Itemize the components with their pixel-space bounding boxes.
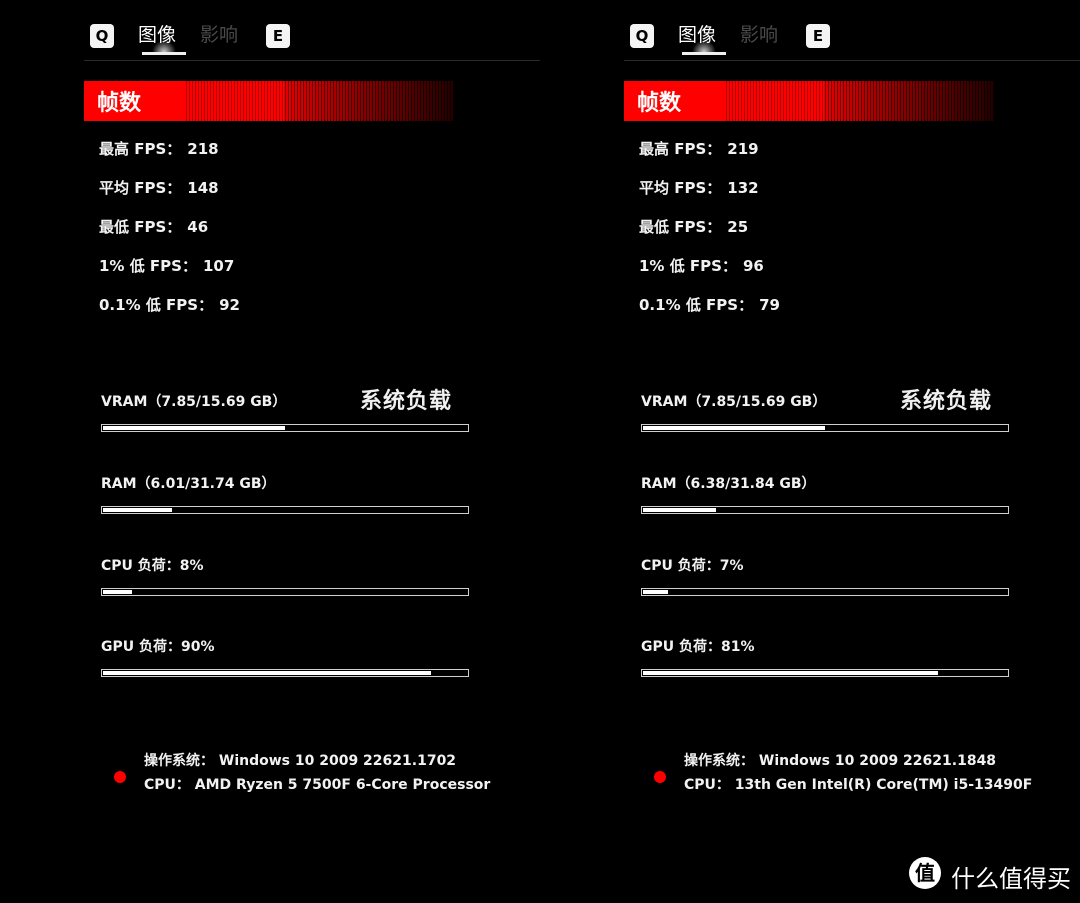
- banner-glitch: [184, 81, 454, 121]
- metric-progress-fill: [103, 590, 133, 594]
- fps-stat-row: 0.1% 低 FPS： 79: [639, 294, 780, 333]
- os-info: 操作系统： Windows 10 2009 22621.1702: [144, 753, 457, 769]
- fps-stat-value: 79: [759, 296, 780, 314]
- metric-label: GPU 负荷：90%: [101, 639, 215, 655]
- metric-progress-fill: [103, 671, 431, 675]
- tab-impact[interactable]: 影响: [200, 22, 238, 48]
- metric-label: GPU 负荷：81%: [641, 639, 755, 655]
- tab-bar: Q 图像 影响 E: [90, 22, 540, 55]
- fps-stat-row: 1% 低 FPS： 107: [99, 255, 240, 294]
- fps-stat-label: 1% 低 FPS：: [639, 257, 737, 275]
- fps-stat-row: 平均 FPS： 132: [639, 177, 780, 216]
- cpu-info: CPU： AMD Ryzen 5 7500F 6-Core Processor: [144, 777, 491, 793]
- metric-label: CPU 负荷：7%: [641, 558, 744, 574]
- watermark-text: 什么值得买: [951, 865, 1071, 893]
- fps-stat-label: 最高 FPS：: [99, 140, 182, 158]
- fps-stat-label: 最高 FPS：: [639, 140, 722, 158]
- fps-section-banner: 帧数: [84, 81, 454, 121]
- metric-progress-bar: [101, 588, 469, 596]
- fps-stat-value: 218: [187, 140, 219, 158]
- fps-stat-row: 1% 低 FPS： 96: [639, 255, 780, 294]
- fps-stat-label: 平均 FPS：: [639, 179, 722, 197]
- metric-progress-fill: [103, 508, 173, 512]
- fps-list: 最高 FPS： 219 平均 FPS： 132 最低 FPS： 25 1% 低 FPS： 96…: [639, 138, 780, 333]
- metric-progress-fill: [643, 671, 938, 675]
- load-metric: GPU 负荷：81%: [641, 637, 1009, 677]
- header-divider: [624, 60, 1080, 61]
- fps-stat-value: 46: [187, 218, 209, 236]
- metric-progress-bar: [641, 424, 1009, 432]
- metric-progress-fill: [643, 508, 716, 512]
- load-metric: GPU 负荷：90%: [101, 637, 469, 677]
- fps-stat-label: 平均 FPS：: [99, 179, 182, 197]
- tab-bar: Q 图像 影响 E: [630, 22, 1080, 55]
- metric-progress-bar: [101, 506, 469, 514]
- active-tab-underline: [142, 52, 186, 55]
- benchmark-panel-right: Q 图像 影响 E 帧数 最高 FPS： 219 平均 FPS： 132 最低 FPS：…: [624, 0, 1080, 903]
- fps-stat-value: 148: [187, 179, 219, 197]
- metric-progress-bar: [641, 588, 1009, 596]
- fps-stat-value: 92: [219, 296, 240, 314]
- fps-stat-value: 25: [727, 218, 749, 236]
- status-dot-icon: [654, 771, 666, 783]
- fps-stat-value: 219: [727, 140, 759, 158]
- fps-stat-value: 107: [202, 257, 235, 275]
- watermark-badge-icon: 值: [909, 857, 941, 889]
- tab-image[interactable]: 图像: [138, 22, 176, 48]
- fps-stat-label: 最低 FPS：: [639, 218, 722, 236]
- metric-progress-fill: [643, 590, 669, 594]
- metric-progress-bar: [641, 506, 1009, 514]
- metric-progress-fill: [643, 426, 825, 430]
- status-dot-icon: [114, 771, 126, 783]
- metric-label: RAM（6.38/31.84 GB）: [641, 476, 816, 492]
- load-metric: RAM（6.01/31.74 GB）: [101, 474, 469, 514]
- fps-stat-label: 0.1% 低 FPS：: [639, 296, 754, 314]
- active-tab-underline: [682, 52, 726, 55]
- metric-progress-bar: [101, 424, 469, 432]
- fps-section-banner: 帧数: [624, 81, 994, 121]
- metric-label: VRAM（7.85/15.69 GB）: [641, 394, 827, 410]
- next-tab-key-button[interactable]: E: [266, 24, 290, 48]
- fps-stat-value: 132: [727, 179, 759, 197]
- benchmark-panel-left: Q 图像 影响 E 帧数 最高 FPS： 218 平均 FPS： 148 最低 FPS：…: [84, 0, 544, 903]
- fps-stat-row: 平均 FPS： 148: [99, 177, 240, 216]
- header-divider: [84, 60, 540, 61]
- fps-stat-label: 0.1% 低 FPS：: [99, 296, 214, 314]
- fps-stat-row: 0.1% 低 FPS： 92: [99, 294, 240, 333]
- fps-stat-row: 最低 FPS： 46: [99, 216, 240, 255]
- metric-progress-fill: [103, 426, 285, 430]
- metric-label: CPU 负荷：8%: [101, 558, 204, 574]
- metric-label: VRAM（7.85/15.69 GB）: [101, 394, 287, 410]
- metric-progress-bar: [101, 669, 469, 677]
- load-metric: VRAM（7.85/15.69 GB）: [641, 392, 1009, 432]
- os-info: 操作系统： Windows 10 2009 22621.1848: [684, 753, 997, 769]
- next-tab-key-button[interactable]: E: [806, 24, 830, 48]
- fps-stat-label: 最低 FPS：: [99, 218, 182, 236]
- banner-glitch: [724, 81, 994, 121]
- fps-stat-value: 96: [742, 257, 764, 275]
- load-metric: RAM（6.38/31.84 GB）: [641, 474, 1009, 514]
- load-metric: CPU 负荷：7%: [641, 556, 1009, 596]
- prev-tab-key-button[interactable]: Q: [90, 24, 114, 48]
- fps-section-title: 帧数: [97, 91, 142, 116]
- fps-section-title: 帧数: [637, 91, 682, 116]
- tab-impact[interactable]: 影响: [740, 22, 778, 48]
- fps-list: 最高 FPS： 218 平均 FPS： 148 最低 FPS： 46 1% 低 FPS： 10…: [99, 138, 240, 333]
- fps-stat-label: 1% 低 FPS：: [99, 257, 197, 275]
- fps-stat-row: 最低 FPS： 25: [639, 216, 780, 255]
- load-metric: CPU 负荷：8%: [101, 556, 469, 596]
- fps-stat-row: 最高 FPS： 218: [99, 138, 240, 177]
- fps-stat-row: 最高 FPS： 219: [639, 138, 780, 177]
- tab-image[interactable]: 图像: [678, 22, 716, 48]
- cpu-info: CPU： 13th Gen Intel(R) Core(TM) i5-13490…: [684, 777, 1033, 793]
- prev-tab-key-button[interactable]: Q: [630, 24, 654, 48]
- metric-progress-bar: [641, 669, 1009, 677]
- load-metric: VRAM（7.85/15.69 GB）: [101, 392, 469, 432]
- metric-label: RAM（6.01/31.74 GB）: [101, 476, 276, 492]
